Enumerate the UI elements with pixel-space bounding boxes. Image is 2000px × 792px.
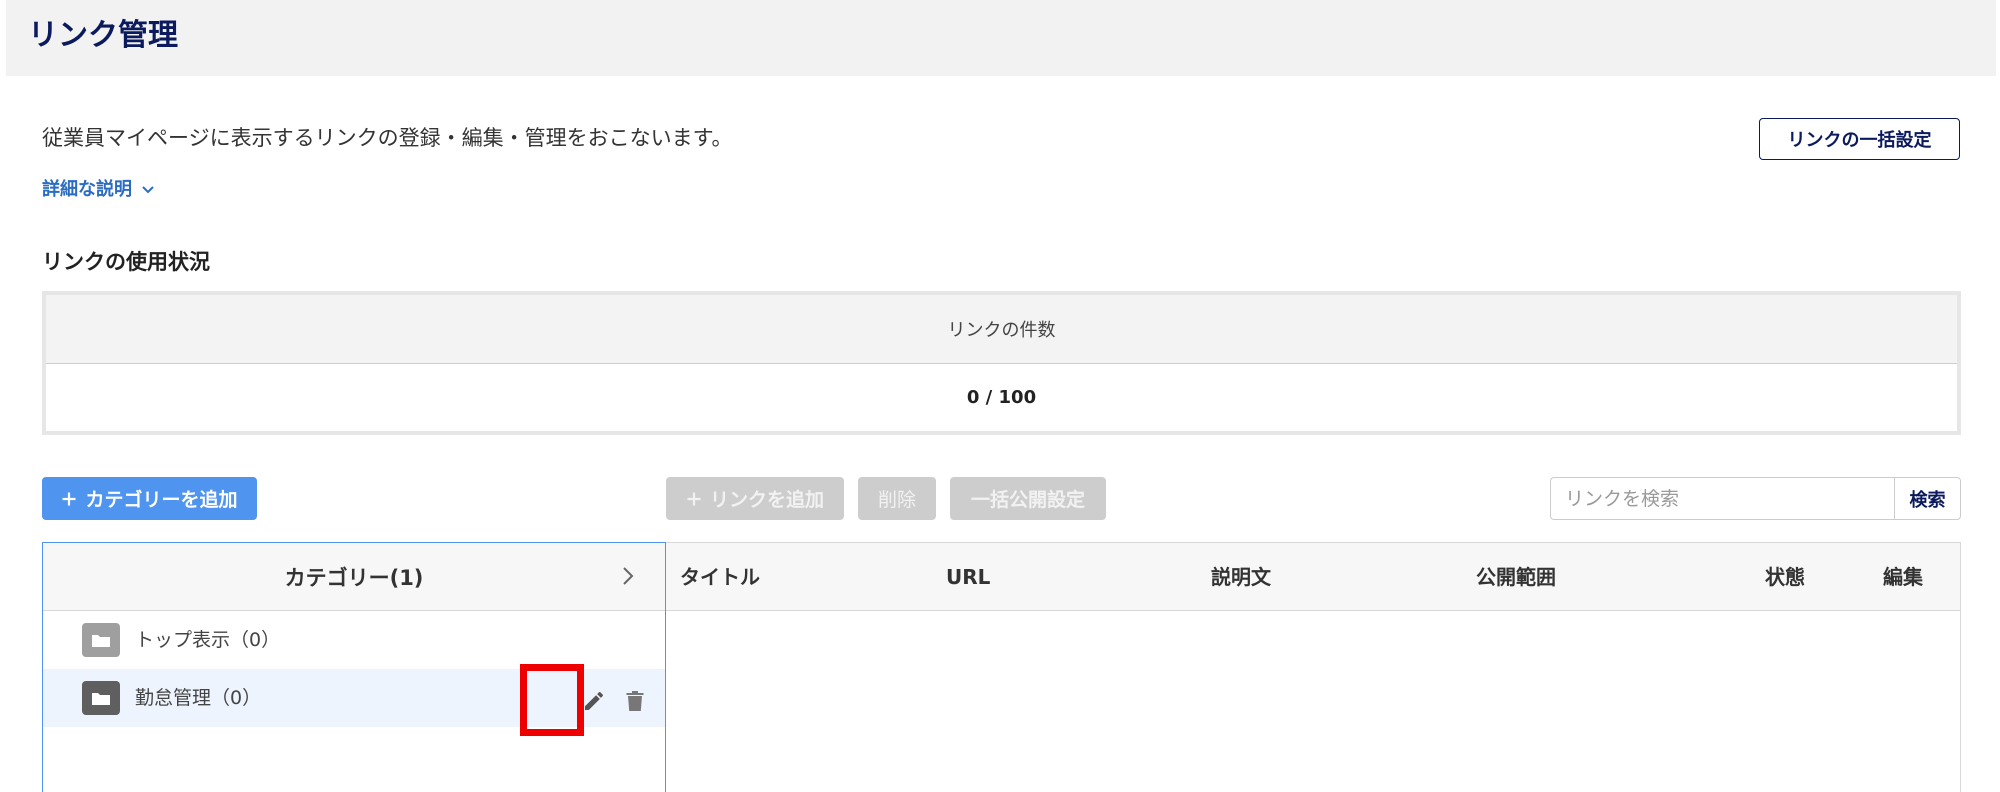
add-link-button[interactable]: リンクを追加 [666,477,844,520]
column-header-visibility: 公開範囲 [1476,565,1556,589]
page-header: リンク管理 [6,0,1996,76]
column-header-title: タイトル [680,565,760,589]
delete-button[interactable]: 削除 [858,477,936,520]
edit-highlight-box [520,664,584,736]
details-toggle[interactable]: 詳細な説明 [42,176,156,204]
link-table-header: タイトル URL 説明文 公開範囲 状態 編集 [666,543,1960,611]
column-header-status: 状態 [1765,565,1805,589]
chevron-down-icon [142,186,154,194]
usage-table: リンクの件数 0 / 100 [42,291,1961,435]
usage-section-title: リンクの使用状況 [42,250,210,274]
category-item[interactable]: トップ表示（0） [43,611,665,669]
usage-count-value: 0 / 100 [966,386,1037,408]
bulk-publish-button[interactable]: 一括公開設定 [950,477,1106,520]
column-header-description: 説明文 [1211,565,1271,589]
search-button[interactable]: 検索 [1894,477,1961,520]
column-header-edit: 編集 [1883,565,1923,589]
add-link-label: リンクを追加 [709,489,824,511]
column-header-url: URL [946,565,991,589]
category-panel-header: カテゴリー(1) [43,543,665,611]
link-search-input[interactable] [1550,477,1894,520]
details-toggle-label: 詳細な説明 [42,179,132,200]
plus-icon [62,492,76,505]
page-description: 従業員マイページに表示するリンクの登録・編集・管理をおこないます。 [42,126,733,150]
category-header-label: カテゴリー(1) [284,565,424,590]
usage-column-header: リンクの件数 [46,295,1957,364]
plus-icon [687,492,701,505]
bulk-settings-button[interactable]: リンクの一括設定 [1759,118,1960,160]
page-title: リンク管理 [28,18,178,53]
folder-icon [82,623,120,657]
chevron-right-icon[interactable] [617,565,639,587]
pencil-icon[interactable] [582,689,606,713]
folder-icon [82,681,120,715]
trash-icon[interactable] [624,689,646,713]
category-item-label: 勤怠管理（0） [135,687,262,709]
link-table: タイトル URL 説明文 公開範囲 状態 編集 [666,542,1961,792]
category-item-label: トップ表示（0） [135,629,281,651]
add-category-label: カテゴリーを追加 [85,489,238,511]
add-category-button[interactable]: カテゴリーを追加 [42,477,257,520]
